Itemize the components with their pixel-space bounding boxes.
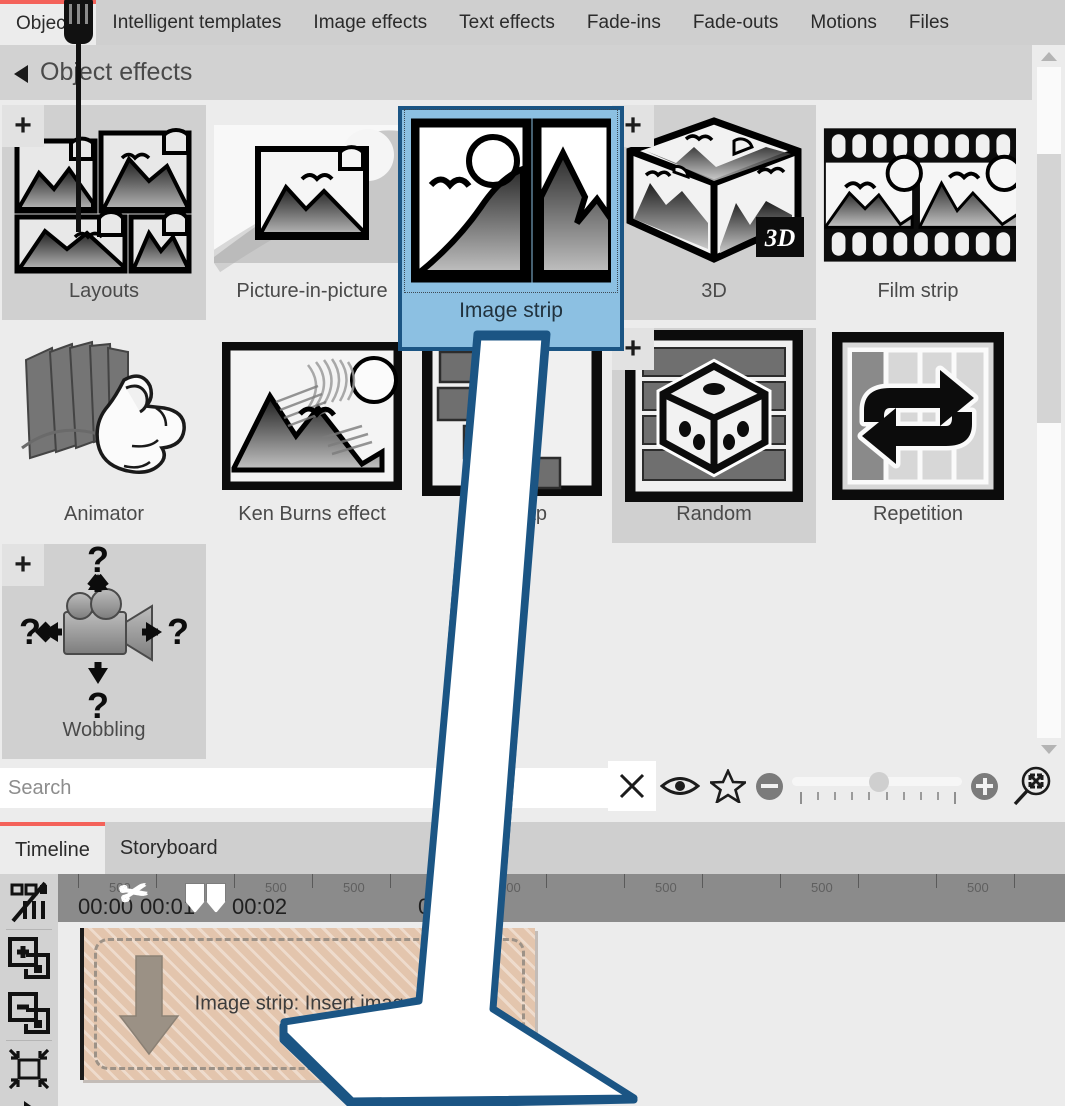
ruler-time-label: 00:04 (418, 894, 473, 920)
plus-badge-icon[interactable]: + (2, 105, 44, 147)
add-track-icon[interactable] (0, 930, 58, 985)
tab-text-effects[interactable]: Text effects (443, 0, 571, 45)
fit-to-window-icon[interactable] (0, 1041, 58, 1096)
overlap-bars-icon (414, 330, 610, 502)
effect-tile-3d[interactable]: + (612, 105, 816, 320)
effect-tile-label: Animator (64, 504, 144, 524)
ruler-sub-label: 500 (811, 880, 833, 895)
tab-timeline[interactable]: Timeline (0, 822, 105, 874)
playhead-handle[interactable] (64, 0, 93, 44)
effect-tile-picture-in-picture[interactable]: Picture-in-picture (210, 105, 414, 320)
tab-fade-outs[interactable]: Fade-outs (677, 0, 795, 45)
slider-ticks (800, 792, 956, 805)
tab-label: Fade-ins (587, 12, 661, 34)
ruler-sub-label: 500 (655, 880, 677, 895)
minus-circle-icon[interactable] (756, 773, 783, 800)
eye-icon[interactable] (656, 761, 704, 811)
effect-tile-label: Ken Burns effect (238, 504, 386, 524)
tab-label: Motions (810, 12, 877, 34)
triangle-left-icon[interactable] (14, 65, 28, 83)
tab-label: Intelligent templates (112, 12, 281, 34)
plus-circle-icon[interactable] (971, 773, 998, 800)
effect-tile-wobbling[interactable]: + ? (2, 544, 206, 759)
object-effects-section-header[interactable]: Object effects (0, 45, 1032, 100)
effect-tile-label: 3D (701, 281, 727, 301)
tab-label: Image effects (313, 12, 427, 34)
magnifier-expand-icon[interactable] (1008, 761, 1056, 811)
effects-grid: + (0, 100, 1032, 760)
effect-tile-layouts[interactable]: + (2, 105, 206, 320)
effect-tile-label: Overlap (477, 504, 547, 524)
tab-label: Files (909, 12, 949, 34)
ruler-sub-label: 500 (499, 880, 521, 895)
effect-tile-label: Layouts (69, 281, 139, 301)
tab-image-effects[interactable]: Image effects (297, 0, 443, 45)
tab-label: Text effects (459, 12, 555, 34)
tab-files[interactable]: Files (893, 0, 965, 45)
tab-storyboard[interactable]: Storyboard (105, 822, 233, 874)
tab-fade-ins[interactable]: Fade-ins (571, 0, 677, 45)
film-strip-icon (820, 107, 1016, 279)
slider-knob[interactable] (869, 772, 889, 792)
zoom-slider-control[interactable] (756, 766, 998, 806)
picture-in-picture-icon (214, 107, 410, 279)
close-x-icon[interactable] (608, 761, 656, 811)
zoom-slider[interactable] (792, 766, 962, 806)
effect-tile-label: Image strip (459, 300, 563, 321)
tab-label: Storyboard (120, 837, 218, 860)
search-input[interactable] (0, 768, 608, 808)
timeline-tab-bar: Timeline Storyboard (0, 822, 1065, 874)
effect-tile-label: Picture-in-picture (236, 281, 387, 301)
page-title: Object effects (40, 58, 192, 87)
effect-tile-label: Film strip (877, 281, 958, 301)
plus-badge-icon[interactable]: + (2, 544, 44, 586)
timeline-playhead[interactable] (76, 0, 81, 232)
svg-text:?: ? (87, 685, 109, 718)
effect-tile-label: Wobbling (62, 720, 145, 740)
remove-track-icon[interactable] (0, 985, 58, 1040)
effect-tile-ken-burns-effect[interactable]: Ken Burns effect (210, 328, 414, 543)
track-mute-icon[interactable] (0, 874, 58, 929)
triangle-up-icon[interactable] (1032, 45, 1065, 67)
tab-label: Fade-outs (693, 12, 779, 34)
expand-more-icon[interactable] (0, 1096, 58, 1106)
effect-tile-label: Repetition (873, 504, 963, 524)
ruler-sub-label: 500 (967, 880, 989, 895)
ken-burns-icon (214, 330, 410, 502)
app-window: Objects Intelligent templates Image effe… (0, 0, 1065, 1106)
loop-arrows-icon (820, 330, 1016, 502)
search-toolbar-row (0, 760, 1065, 812)
effect-tile-repetition[interactable]: Repetition (816, 328, 1020, 543)
effect-tile-random[interactable]: + (612, 328, 816, 543)
svg-text:?: ? (167, 611, 189, 652)
ruler-sub-label: 500 (343, 880, 365, 895)
effect-tile-image-strip[interactable]: Image strip (398, 106, 624, 351)
triangle-down-icon[interactable] (1032, 738, 1065, 760)
effect-tile-film-strip[interactable]: Film strip (816, 105, 1020, 320)
effect-tile-animator[interactable]: Animator (2, 328, 206, 543)
clip-label: Image strip: Insert images here (84, 993, 535, 1016)
effect-tile-overlap[interactable]: Overlap (410, 328, 614, 543)
star-icon[interactable] (704, 761, 752, 811)
effects-panel-scrollbar[interactable] (1032, 45, 1065, 760)
effects-tab-bar: Objects Intelligent templates Image effe… (0, 0, 1065, 45)
tab-label: Timeline (15, 839, 90, 862)
image-strip-icon (407, 112, 615, 290)
timeline-clip-dropzone[interactable]: Image strip: Insert images here (80, 928, 535, 1080)
flipbook-hand-icon (6, 330, 202, 502)
svg-text:3D: 3D (764, 225, 796, 252)
ruler-time-label: 00:02 (232, 894, 287, 920)
effect-tile-label: Random (676, 504, 752, 524)
tab-intelligent-templates[interactable]: Intelligent templates (96, 0, 297, 45)
scrollbar-thumb[interactable] (1037, 154, 1061, 422)
scrollbar-track[interactable] (1037, 67, 1061, 738)
timeline-sidebar (0, 874, 58, 1106)
tab-motions[interactable]: Motions (794, 0, 893, 45)
ruler-sub-label: 500 (265, 880, 287, 895)
